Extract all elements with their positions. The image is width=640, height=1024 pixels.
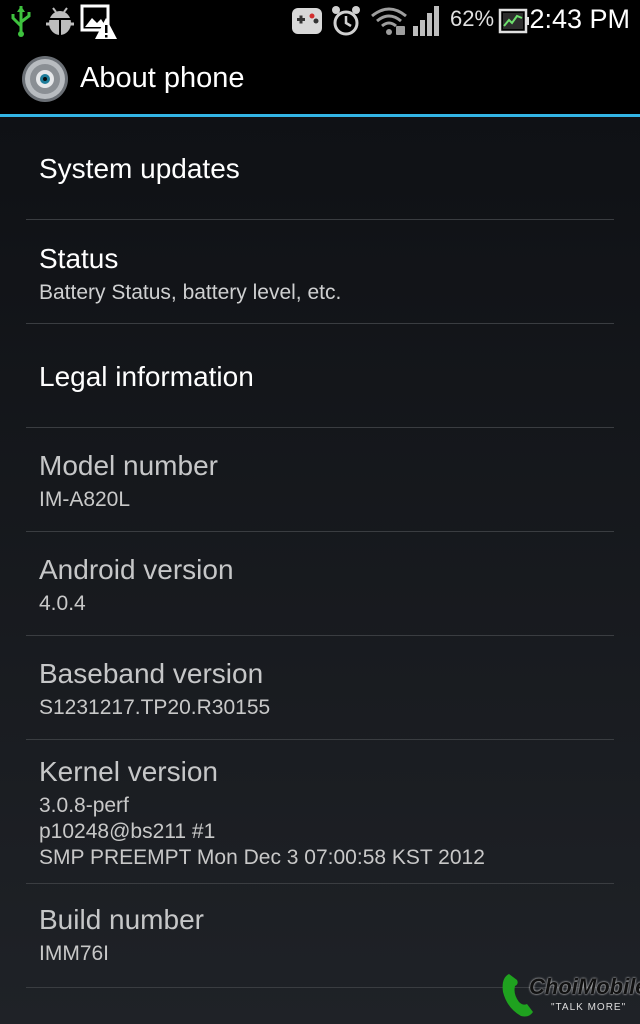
item-summary-line: SMP PREEMPT Mon Dec 3 07:00:58 KST 2012: [39, 846, 485, 869]
battery-percent: 62%: [450, 6, 495, 31]
signal-icon: [413, 6, 439, 36]
list-item-android-version[interactable]: Android version 4.0.4: [26, 532, 614, 636]
usb-icon: [11, 6, 31, 37]
item-title: Build number: [39, 904, 204, 935]
debug-icon: [46, 7, 74, 35]
item-summary-line: 3.0.8-perf: [39, 794, 129, 817]
item-title: System updates: [39, 153, 240, 184]
list-item-status[interactable]: Status Battery Status, battery level, et…: [26, 220, 614, 324]
item-title: Legal information: [39, 361, 254, 392]
list-item-system-updates[interactable]: System updates: [26, 117, 614, 220]
item-title: Kernel version: [39, 756, 218, 787]
item-title: Baseband version: [39, 658, 264, 689]
game-icon: [292, 8, 322, 34]
watermark-logo: ChoiMobile "TALK MORE": [499, 968, 640, 1020]
item-summary: IMM76I: [39, 942, 110, 965]
item-summary: S1231217.TP20.R30155: [39, 696, 271, 719]
list-item-legal-information[interactable]: Legal information: [26, 324, 614, 428]
item-summary: 4.0.4: [39, 592, 86, 615]
battery-icon: [498, 8, 529, 34]
watermark-brand: ChoiMobile: [529, 974, 640, 999]
item-title: Model number: [39, 450, 218, 481]
list-item-model-number: Model number IM-A820L: [26, 428, 614, 532]
preference-list: System updates Status Battery Status, ba…: [0, 117, 640, 1024]
watermark-tagline: "TALK MORE": [551, 1002, 627, 1013]
status-bar: 62% 2:43 PM: [0, 0, 640, 42]
action-bar: About phone: [0, 42, 640, 114]
item-title: Android version: [39, 554, 234, 585]
list-item-kernel-version: Kernel version 3.0.8-perf p10248@bs211 #…: [26, 740, 614, 884]
item-summary-line: p10248@bs211 #1: [39, 820, 216, 843]
image-warning-icon: [80, 4, 117, 39]
settings-gear-icon[interactable]: [20, 54, 70, 104]
alarm-icon: [332, 6, 360, 36]
item-summary: Battery Status, battery level, etc.: [39, 281, 342, 304]
item-summary: IM-A820L: [39, 488, 131, 511]
wifi-icon: [371, 7, 407, 35]
clock: 2:43 PM: [529, 4, 630, 34]
item-title: Status: [39, 243, 119, 274]
list-item-baseband-version: Baseband version S1231217.TP20.R30155: [26, 636, 614, 740]
page-title: About phone: [80, 62, 245, 94]
